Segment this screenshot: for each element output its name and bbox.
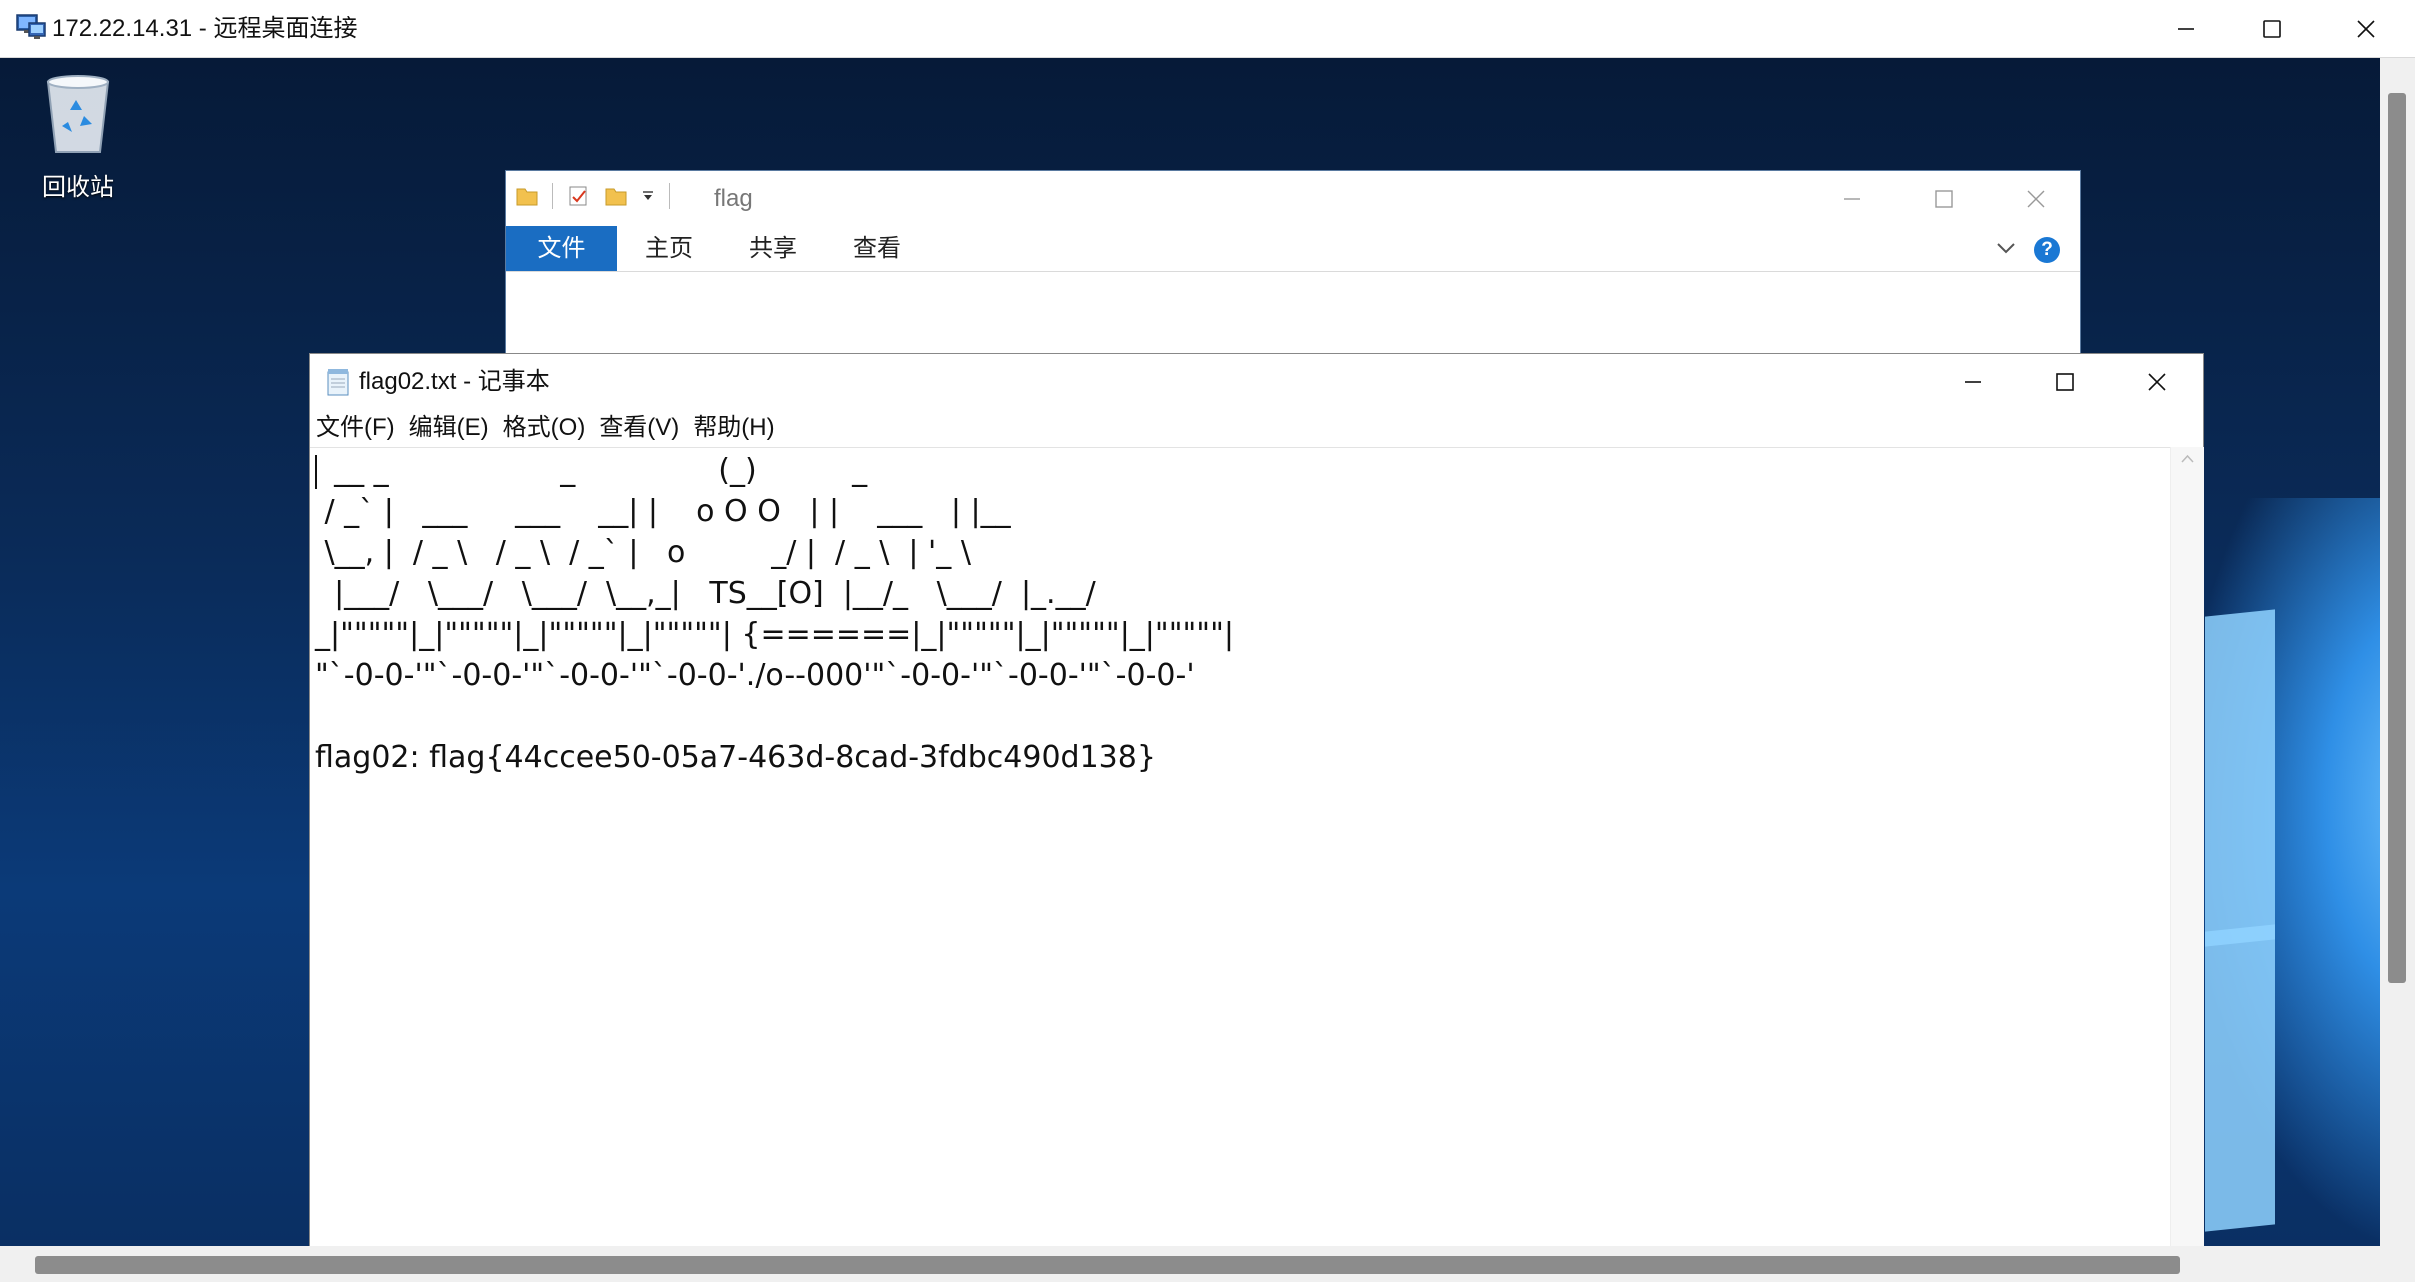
tab-share[interactable]: 共享 bbox=[721, 226, 825, 271]
close-button[interactable] bbox=[2320, 0, 2412, 57]
notepad-vertical-scrollbar[interactable] bbox=[2170, 447, 2204, 1247]
menu-view[interactable]: 查看(V) bbox=[593, 409, 687, 447]
rdp-horizontal-scroll-thumb[interactable] bbox=[35, 1256, 2180, 1274]
scrollbar-corner bbox=[2380, 1246, 2415, 1282]
explorer-close-button[interactable] bbox=[1990, 171, 2082, 226]
quick-access-toolbar bbox=[516, 183, 670, 209]
notepad-menu-bar: 文件(F) 编辑(E) 格式(O) 查看(V) 帮助(H) bbox=[310, 409, 2203, 447]
toolbar-divider bbox=[669, 183, 670, 209]
minimize-icon bbox=[1965, 380, 1981, 383]
tab-view[interactable]: 查看 bbox=[825, 226, 929, 271]
rdp-vertical-scrollbar[interactable] bbox=[2380, 58, 2415, 1246]
notepad-title: flag02.txt - 记事本 bbox=[359, 368, 550, 395]
notepad-text-area[interactable]: __ _ _ (_) _ / _` | ___ ___ __| | o O O … bbox=[310, 447, 2170, 1248]
toolbar-divider bbox=[552, 183, 553, 209]
properties-icon[interactable] bbox=[567, 184, 591, 208]
explorer-minimize-button[interactable] bbox=[1806, 171, 1898, 226]
rdp-vertical-scroll-thumb[interactable] bbox=[2388, 93, 2406, 983]
minimize-icon bbox=[2178, 27, 2194, 30]
tab-home[interactable]: 主页 bbox=[617, 226, 721, 271]
maximize-icon bbox=[2056, 372, 2074, 391]
tab-file[interactable]: 文件 bbox=[506, 226, 617, 271]
maximize-button[interactable] bbox=[2226, 0, 2318, 57]
close-icon bbox=[2027, 190, 2045, 207]
window-title: 172.22.14.31 - 远程桌面连接 bbox=[52, 15, 358, 42]
minimize-icon bbox=[1844, 197, 1860, 200]
close-icon bbox=[2148, 372, 2166, 391]
menu-edit[interactable]: 编辑(E) bbox=[403, 409, 497, 447]
wallpaper-logo-pane bbox=[2205, 609, 2275, 947]
recycle-bin-icon bbox=[46, 75, 110, 153]
notepad-minimize-button[interactable] bbox=[1927, 354, 2019, 409]
scroll-up-icon[interactable] bbox=[2171, 447, 2204, 471]
wallpaper-logo-pane bbox=[2205, 924, 2275, 1232]
notepad-content[interactable]: __ _ _ (_) _ / _` | ___ ___ __| | o O O … bbox=[315, 450, 1234, 778]
remote-desktop-icon bbox=[15, 12, 47, 42]
new-folder-icon[interactable] bbox=[605, 185, 627, 207]
help-button[interactable]: ? bbox=[2034, 237, 2060, 263]
explorer-ribbon: 文件 主页 共享 查看 ? bbox=[506, 226, 2080, 272]
notepad-window[interactable]: flag02.txt - 记事本 文件(F) 编辑(E) 格式(O) 查看(V)… bbox=[309, 353, 2204, 1247]
recycle-bin[interactable]: 回收站 bbox=[28, 70, 128, 202]
explorer-title-bar: flag bbox=[506, 171, 2080, 226]
notepad-close-button[interactable] bbox=[2111, 354, 2203, 409]
chevron-down-icon bbox=[1997, 243, 2015, 254]
maximize-icon bbox=[1935, 189, 1953, 208]
notepad-icon bbox=[326, 368, 350, 396]
explorer-maximize-button[interactable] bbox=[1898, 171, 1990, 226]
menu-help[interactable]: 帮助(H) bbox=[687, 409, 782, 447]
close-icon bbox=[2357, 19, 2375, 38]
menu-format[interactable]: 格式(O) bbox=[497, 409, 594, 447]
explorer-title: flag bbox=[714, 185, 753, 212]
recycle-bin-label: 回收站 bbox=[42, 174, 114, 201]
notepad-title-bar: flag02.txt - 记事本 bbox=[310, 354, 2203, 409]
notepad-maximize-button[interactable] bbox=[2019, 354, 2111, 409]
menu-file[interactable]: 文件(F) bbox=[310, 409, 403, 447]
explorer-window[interactable]: flag 文件 主页 共享 查看 ? bbox=[505, 170, 2081, 362]
rdp-title-bar: 172.22.14.31 - 远程桌面连接 bbox=[0, 0, 2415, 58]
minimize-button[interactable] bbox=[2140, 0, 2232, 57]
folder-icon bbox=[516, 188, 538, 206]
customize-dropdown-icon[interactable] bbox=[641, 189, 655, 203]
rdp-horizontal-scrollbar[interactable] bbox=[0, 1246, 2380, 1282]
maximize-icon bbox=[2263, 19, 2281, 38]
expand-ribbon-button[interactable] bbox=[1994, 236, 2018, 265]
